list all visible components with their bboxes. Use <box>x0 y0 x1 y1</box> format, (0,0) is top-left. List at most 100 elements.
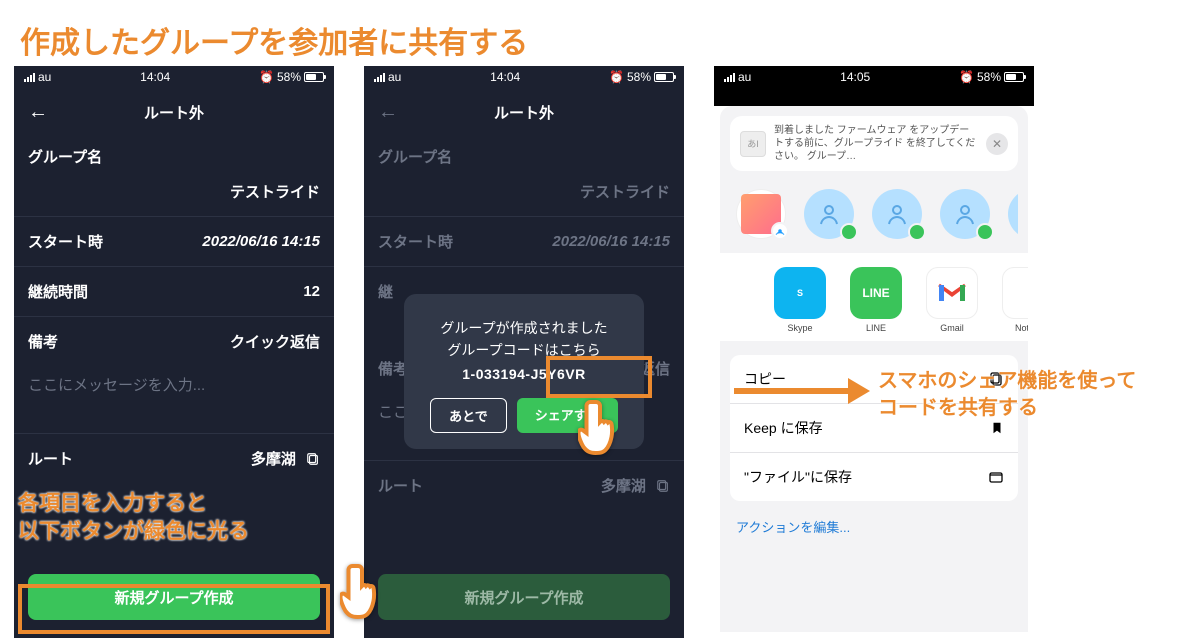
create-group-button: 新規グループ作成 <box>378 574 670 620</box>
skype-icon: S <box>774 267 826 319</box>
alarm-icon: ⏰ <box>959 70 974 84</box>
group-name-label: グループ名 <box>364 136 684 167</box>
signal-icon <box>24 73 35 82</box>
status-bar: au 14:04 ⏰ 58% <box>364 66 684 88</box>
route-value: 多摩湖 <box>251 451 296 468</box>
edit-actions-link[interactable]: アクションを編集... <box>730 501 1018 552</box>
app-label: LINE <box>846 323 906 333</box>
create-group-button[interactable]: 新規グループ作成 <box>28 574 320 620</box>
group-code: 1-033194-J5Y6VR <box>418 366 630 382</box>
battery-icon <box>1004 72 1024 82</box>
message-input[interactable]: ここにメッセージを入力... <box>14 366 334 413</box>
status-time: 14:05 <box>840 70 870 84</box>
arrow-icon <box>734 388 854 394</box>
pointer-hand-icon <box>578 398 622 458</box>
duration-label: 継続時間 <box>28 281 88 302</box>
share-contact[interactable] <box>804 189 854 239</box>
route-row[interactable]: ルート 多摩湖 <box>14 433 334 483</box>
share-thumb: あI <box>740 131 766 157</box>
memo-value: クイック返信 <box>230 331 320 352</box>
share-app-line[interactable]: LINE LINE <box>846 267 906 333</box>
phone-screenshot-2: au 14:04 ⏰ 58% ← ルート外 グループ名 テストライド スタート時… <box>364 66 684 638</box>
action-label: コピー <box>744 369 786 389</box>
group-name-value: テストライド <box>230 181 320 202</box>
share-contact[interactable] <box>940 189 990 239</box>
back-button[interactable]: ← <box>376 100 400 124</box>
app-label: Notion <box>998 323 1028 333</box>
share-app-partial[interactable] <box>730 267 754 333</box>
share-apps-row: S Skype LINE LINE Gmail N Notion <box>720 253 1028 341</box>
modal-line2: グループコードはこちら <box>418 340 630 360</box>
header-title: ルート外 <box>144 102 204 123</box>
battery-text: 58% <box>977 70 1001 84</box>
share-app-gmail[interactable]: Gmail <box>922 267 982 333</box>
line-badge-icon <box>840 223 858 241</box>
annotation-2: スマホのシェア機能を使って コードを共有する <box>878 368 1136 422</box>
duration-label: 継 <box>378 281 393 302</box>
group-name-label: グループ名 <box>14 136 334 167</box>
airdrop-target[interactable] <box>736 189 786 239</box>
phone-screenshot-3: au 14:05 ⏰ 58% あI 到着しました ファームウェア をアップデート… <box>714 66 1034 638</box>
app-header: ← ルート外 <box>14 88 334 136</box>
alarm-icon: ⏰ <box>609 70 624 84</box>
start-time-row[interactable]: スタート時 2022/06/16 14:15 <box>14 217 334 267</box>
line-badge-icon <box>908 223 926 241</box>
memo-row[interactable]: 備考 クイック返信 <box>14 317 334 366</box>
status-time: 14:04 <box>490 70 520 84</box>
annotation-1: 各項目を入力すると 以下ボタンが緑色に光る <box>18 490 249 547</box>
start-time-row: スタート時 2022/06/16 14:15 <box>364 217 684 267</box>
signal-icon <box>374 73 385 82</box>
line-icon: LINE <box>850 267 902 319</box>
status-time: 14:04 <box>140 70 170 84</box>
start-time-label: スタート時 <box>378 231 453 252</box>
share-contact[interactable] <box>1008 189 1018 239</box>
folder-icon <box>988 469 1004 485</box>
alarm-icon: ⏰ <box>259 70 274 84</box>
status-bar: au 14:04 ⏰ 58% <box>14 66 334 88</box>
group-name-row: テストライド <box>364 167 684 217</box>
start-time-value: 2022/06/16 14:15 <box>552 233 670 250</box>
memo-label: 備考 <box>28 331 58 352</box>
bookmark-icon <box>990 421 1004 435</box>
header-title: ルート外 <box>494 102 554 123</box>
battery-icon <box>654 72 674 82</box>
share-app-notion[interactable]: N Notion <box>998 267 1028 333</box>
share-contacts-row <box>730 171 1018 253</box>
copy-icon[interactable] <box>306 451 320 468</box>
close-button[interactable]: ✕ <box>986 133 1008 155</box>
group-name-row[interactable]: テストライド <box>14 167 334 217</box>
notion-icon: N <box>1002 267 1028 319</box>
start-time-label: スタート時 <box>28 231 103 252</box>
copy-icon <box>656 478 670 495</box>
battery-icon <box>304 72 324 82</box>
back-button[interactable]: ← <box>26 100 50 124</box>
carrier-label: au <box>738 70 751 84</box>
person-icon <box>817 202 841 226</box>
page-title: 作成したグループを参加者に共有する <box>20 18 528 62</box>
line-badge-icon <box>976 223 994 241</box>
carrier-label: au <box>388 70 401 84</box>
duration-value: 12 <box>303 283 320 300</box>
duration-row[interactable]: 継続時間 12 <box>14 267 334 317</box>
action-label: "ファイル"に保存 <box>744 467 852 487</box>
action-save-files[interactable]: "ファイル"に保存 <box>730 453 1018 501</box>
action-label: Keep に保存 <box>744 418 823 438</box>
app-label: Gmail <box>922 323 982 333</box>
battery-text: 58% <box>627 70 651 84</box>
memo-value: 返信 <box>640 358 670 379</box>
gmail-icon <box>926 267 978 319</box>
start-time-value: 2022/06/16 14:15 <box>202 233 320 250</box>
signal-icon <box>724 73 735 82</box>
later-button[interactable]: あとで <box>430 398 507 433</box>
person-icon <box>885 202 909 226</box>
route-value: 多摩湖 <box>601 478 646 495</box>
share-app-skype[interactable]: S Skype <box>770 267 830 333</box>
route-row: ルート 多摩湖 <box>364 460 684 510</box>
modal-line1: グループが作成されました <box>418 318 630 338</box>
person-icon <box>953 202 977 226</box>
route-label: ルート <box>28 448 73 469</box>
share-contact[interactable] <box>872 189 922 239</box>
phone-screenshot-1: au 14:04 ⏰ 58% ← ルート外 グループ名 テストライド スタート時… <box>14 66 334 638</box>
battery-text: 58% <box>277 70 301 84</box>
app-header: ← ルート外 <box>364 88 684 136</box>
